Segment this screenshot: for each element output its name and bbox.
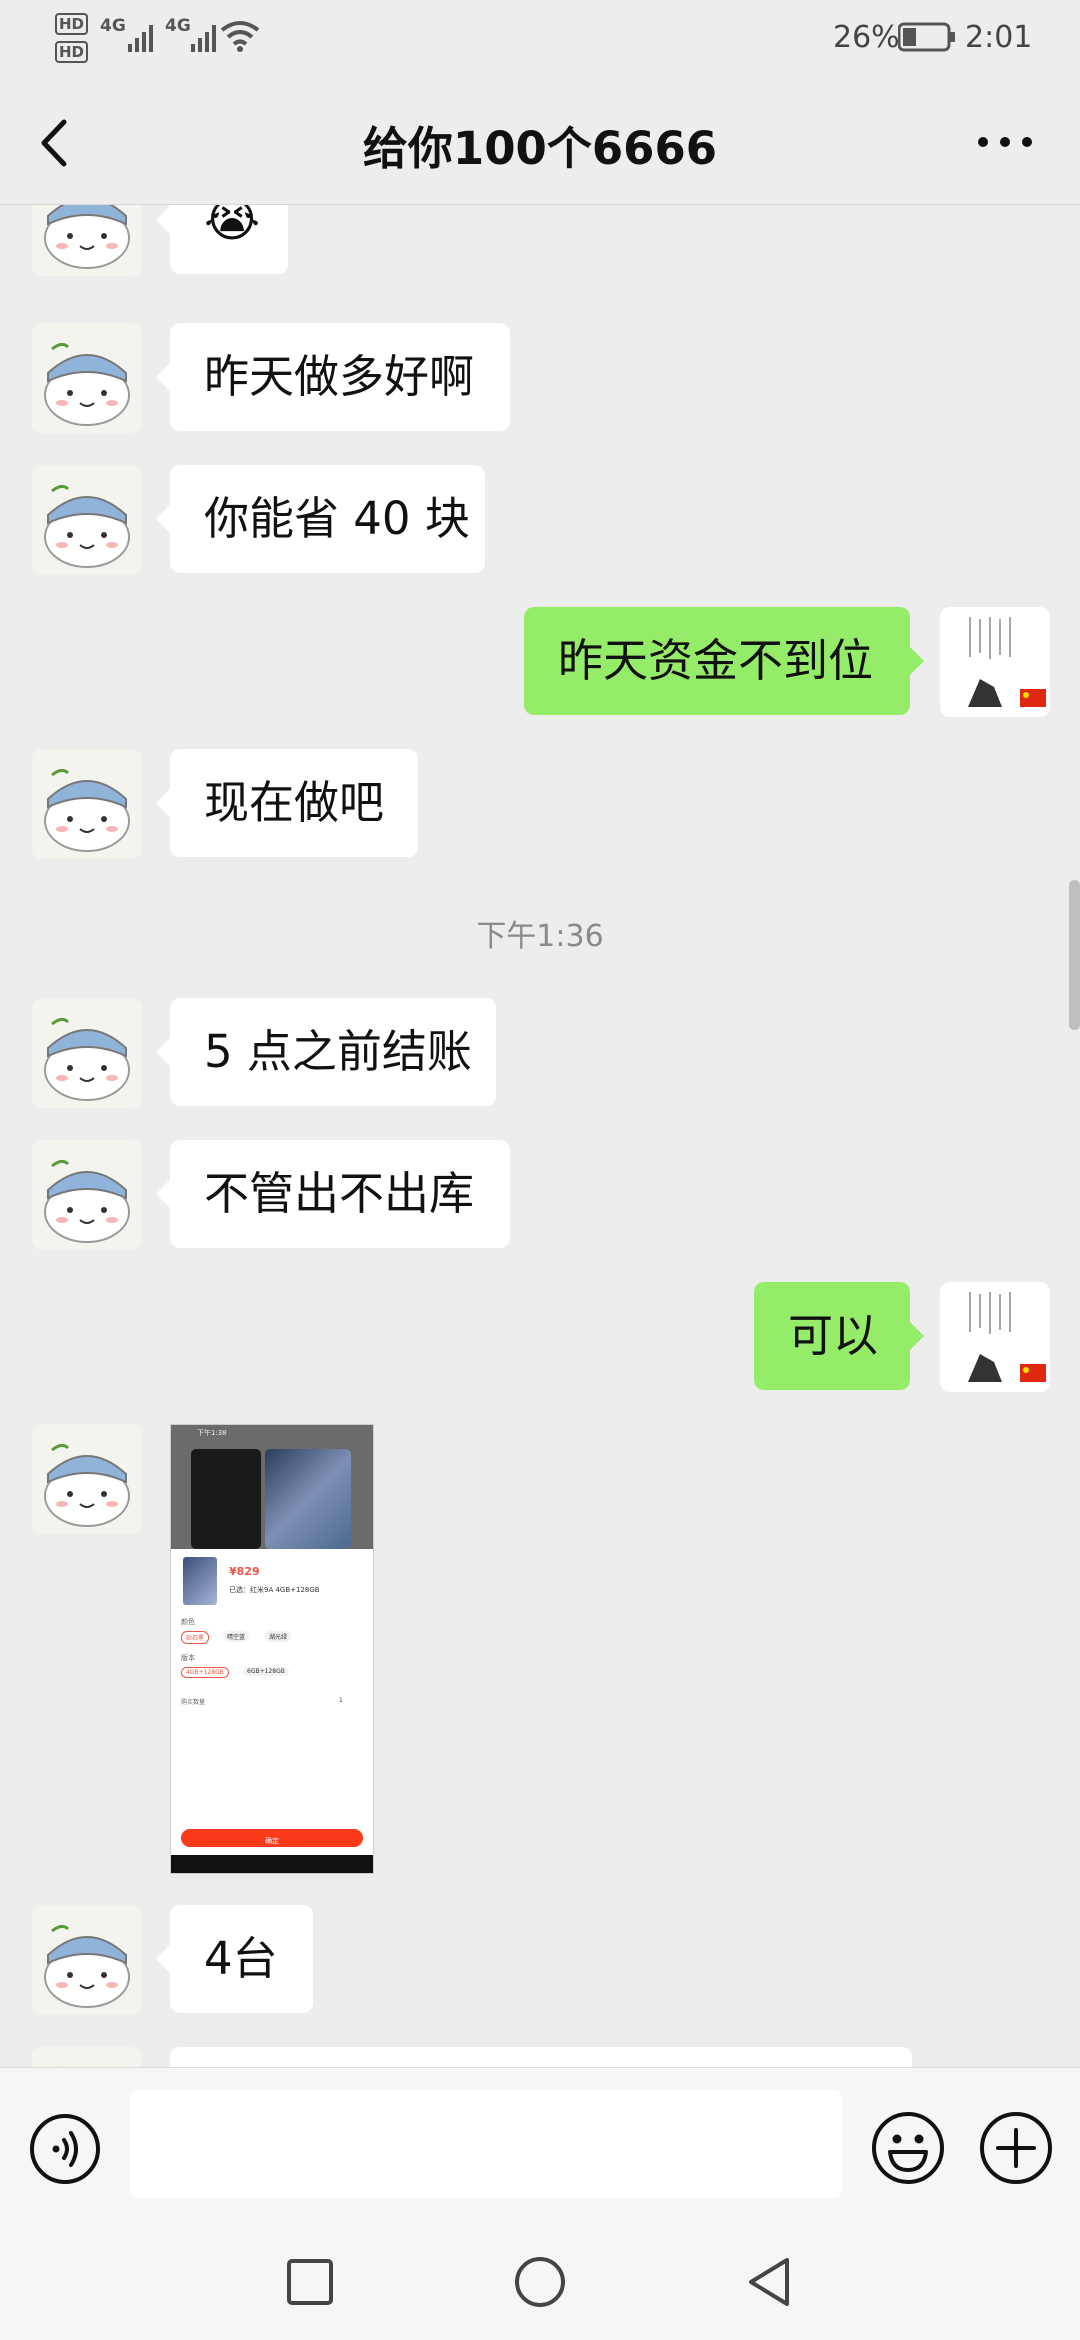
message-text: 4台: [204, 1932, 278, 1985]
message-text: 昨天资金不到位: [558, 634, 874, 687]
my-avatar[interactable]: [940, 607, 1050, 717]
message-text: 不管出不出库: [204, 1167, 475, 1220]
message-bubble-outgoing[interactable]: 可以: [754, 1282, 924, 1390]
color-option: 砂石黑: [181, 1631, 210, 1644]
battery-icon: [898, 22, 955, 52]
add-more-icon[interactable]: [978, 2110, 1054, 2186]
contact-avatar[interactable]: [32, 749, 142, 859]
message-text: 昨天做多好啊: [204, 350, 475, 403]
product-thumbnail: [183, 1557, 217, 1605]
contact-avatar[interactable]: [32, 205, 142, 276]
back-nav-icon[interactable]: [745, 2255, 795, 2309]
quantity-value: 1: [339, 1697, 343, 1704]
confirm-label: 确定: [265, 1837, 279, 1845]
contact-avatar[interactable]: [32, 465, 142, 575]
version-option: 6GB+128GB: [243, 1667, 289, 1676]
message-text: 5 点之前结账: [204, 1025, 472, 1078]
timestamp: 下午1:36: [476, 919, 604, 954]
message-text: 现在做吧: [204, 776, 385, 829]
image-message[interactable]: 下午1:38 ¥829 已选：红米9A 4GB+128GB 颜色 砂石黑 晴空蓝…: [170, 1424, 374, 1874]
system-nav-bar: [0, 2227, 1080, 2340]
chat-title: 给你100个6666: [362, 122, 718, 175]
message-bubble-incoming[interactable]: 😭: [156, 205, 288, 274]
battery-percent: 26%: [833, 20, 900, 55]
message-bubble-incoming[interactable]: 5 点之前结账: [156, 998, 496, 1106]
signal-icon-2: [191, 25, 216, 52]
message-bubble-incoming[interactable]: 现在做吧: [156, 749, 418, 857]
screenshot-status-time: 下午1:38: [197, 1429, 227, 1437]
recents-icon[interactable]: [285, 2257, 335, 2307]
input-bar: [0, 2067, 1080, 2228]
hd-badge-1: HD: [55, 13, 89, 35]
emoji-icon[interactable]: [870, 2110, 946, 2186]
home-icon[interactable]: [513, 2255, 567, 2309]
more-options-icon[interactable]: [975, 134, 1035, 150]
quantity-label: 购买数量: [181, 1699, 206, 1706]
signal-icon-1: [128, 25, 153, 52]
message-bubble-incoming[interactable]: 4台: [156, 1905, 313, 2013]
contact-avatar[interactable]: [32, 323, 142, 433]
chat-header: 给你100个6666: [0, 78, 1080, 205]
product-price: ¥829: [229, 1565, 260, 1578]
version-section-label: 版本: [181, 1654, 195, 1662]
wifi-icon: [220, 21, 260, 52]
contact-avatar[interactable]: [32, 1424, 142, 1534]
message-bubble-incoming[interactable]: 你能省 40 块: [156, 465, 485, 573]
message-layer: 😭 昨天做多好啊 你能省 40 块 昨天资金不到位 现在做吧 下午1:36 5 …: [0, 205, 1080, 2067]
color-option: 晴空蓝: [223, 1631, 250, 1642]
confirm-button: 确定: [181, 1829, 363, 1847]
scrollbar-thumb[interactable]: [1069, 880, 1080, 1030]
voice-input-icon[interactable]: [28, 2112, 102, 2186]
contact-avatar[interactable]: [32, 2047, 142, 2067]
contact-avatar[interactable]: [32, 998, 142, 1108]
message-text: 你能省 40 块: [204, 492, 470, 545]
message-bubble-outgoing[interactable]: 昨天资金不到位: [524, 607, 924, 715]
message-bubble-incoming[interactable]: 不管出不出库: [156, 1140, 510, 1248]
contact-avatar[interactable]: [32, 1905, 142, 2015]
status-bar: HD HD 4G 4G 26% 2:01: [0, 0, 1080, 78]
message-text: 😭: [204, 205, 261, 248]
color-option: 湖光绿: [265, 1631, 292, 1642]
message-text: 可以: [788, 1309, 879, 1362]
hd-badge-2: HD: [55, 41, 89, 63]
product-selected: 已选：红米9A 4GB+128GB: [229, 1586, 320, 1594]
phone-back-image: [191, 1449, 261, 1549]
message-input[interactable]: [130, 2090, 842, 2198]
color-section-label: 颜色: [181, 1618, 195, 1626]
phone-front-image: [265, 1449, 351, 1549]
my-avatar[interactable]: [940, 1282, 1050, 1392]
message-bubble-incoming[interactable]: 昨天做多好啊: [156, 323, 510, 431]
screenshot-navbar: [171, 1855, 373, 1873]
contact-avatar[interactable]: [32, 1140, 142, 1250]
screenshot-top: 下午1:38: [171, 1425, 373, 1549]
clock: 2:01: [965, 20, 1033, 55]
message-bubble-incoming[interactable]: [170, 2047, 912, 2067]
version-option: 4GB+128GB: [181, 1667, 229, 1678]
